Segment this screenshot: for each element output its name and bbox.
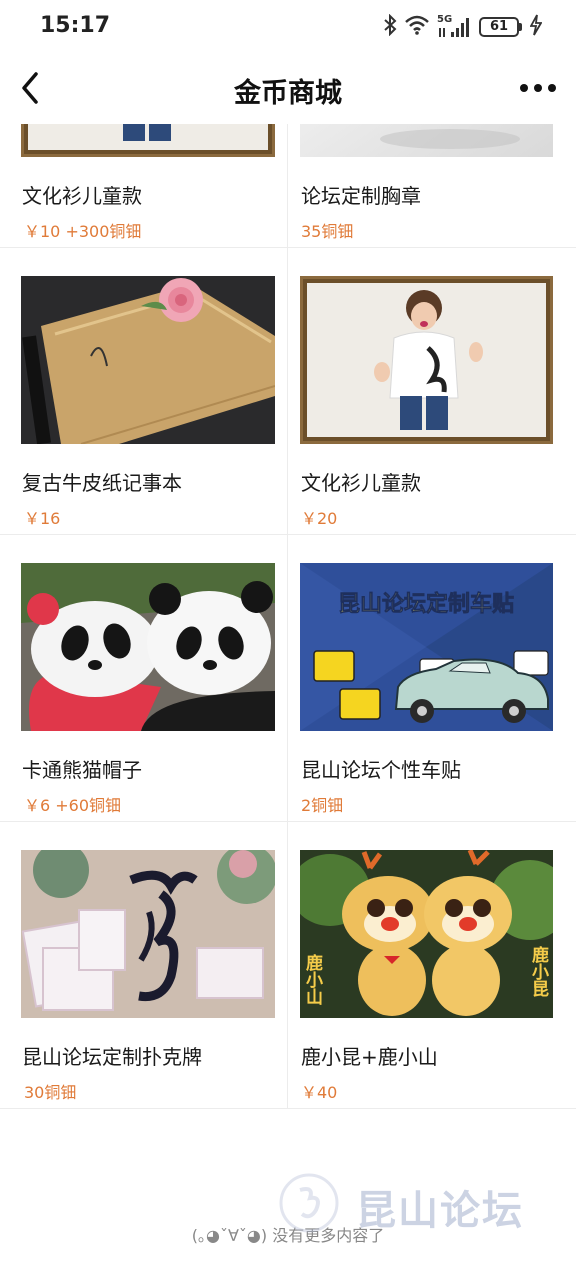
product-grid: 文化衫儿童款 ￥10 +300铜钿 论坛定制胸章 35铜钿 复古牛皮纸记事本 ￥… — [0, 124, 576, 1109]
battery-icon: 61 — [479, 17, 522, 37]
panda-caps-photo — [21, 563, 275, 731]
product-name: 昆山论坛定制扑克牌 — [22, 1045, 202, 1069]
product-card[interactable]: 卡通熊猫帽子 ￥6 +60铜钿 — [0, 535, 288, 822]
product-name: 昆山论坛个性车贴 — [301, 758, 461, 782]
product-price: 30铜钿 — [24, 1083, 77, 1102]
product-row: 复古牛皮纸记事本 ￥16 文化衫儿童款 ￥20 — [0, 248, 576, 535]
nav-bar: 金币商城 — [0, 52, 576, 124]
product-name: 鹿小昆+鹿小山 — [301, 1045, 438, 1069]
deer-plush-photo: 鹿小山 鹿小昆 — [300, 850, 553, 1018]
status-time: 15:17 — [40, 13, 111, 38]
product-name: 论坛定制胸章 — [301, 184, 421, 208]
signal-icon: 5G — [437, 14, 471, 38]
wifi-icon — [405, 15, 429, 39]
bluetooth-icon — [383, 13, 397, 40]
car-sticker-banner: 昆山论坛定制车贴 — [300, 563, 553, 731]
no-more-content-text: (｡◕ˇ∀ˇ◕) 没有更多内容了 — [191, 1226, 385, 1245]
status-bar: 15:17 5G 61 — [0, 0, 576, 52]
charging-icon — [529, 14, 543, 40]
product-price: 35铜钿 — [301, 222, 354, 241]
product-name: 卡通熊猫帽子 — [22, 758, 142, 782]
product-row: 卡通熊猫帽子 ￥6 +60铜钿 昆山论坛定制车贴 昆山论坛个性车贴 2铜钿 — [0, 535, 576, 822]
deer-label-right: 鹿小昆 — [528, 945, 549, 997]
product-name: 复古牛皮纸记事本 — [22, 471, 182, 495]
product-row: 文化衫儿童款 ￥10 +300铜钿 论坛定制胸章 35铜钿 — [0, 124, 576, 248]
page-title: 金币商城 — [234, 78, 342, 109]
product-name: 文化衫儿童款 — [301, 471, 421, 495]
product-card[interactable]: 昆山论坛定制车贴 昆山论坛个性车贴 2铜钿 — [288, 535, 576, 822]
product-row: 昆山论坛定制扑克牌 30铜钿 鹿小山 鹿小昆 鹿小昆+鹿小山 ￥40 — [0, 822, 576, 1109]
product-card[interactable]: 文化衫儿童款 ￥20 — [288, 248, 576, 535]
product-price: ￥16 — [24, 509, 61, 528]
child-tshirt-photo — [300, 276, 553, 444]
status-icons: 5G 61 — [383, 13, 543, 40]
product-card[interactable]: 鹿小山 鹿小昆 鹿小昆+鹿小山 ￥40 — [288, 822, 576, 1109]
product-card[interactable]: 文化衫儿童款 ￥10 +300铜钿 — [0, 124, 288, 248]
banner-text: 昆山论坛定制车贴 — [338, 591, 514, 617]
more-dots-icon[interactable] — [516, 74, 560, 102]
product-price: ￥40 — [301, 1083, 338, 1102]
battery-level: 61 — [479, 17, 519, 37]
product-card[interactable]: 复古牛皮纸记事本 ￥16 — [0, 248, 288, 535]
product-card[interactable]: 论坛定制胸章 35铜钿 — [288, 124, 576, 248]
notebook-photo — [21, 276, 275, 444]
product-price: 2铜钿 — [301, 796, 344, 815]
product-price: ￥20 — [301, 509, 338, 528]
child-tshirt-photo — [21, 124, 275, 157]
product-price: ￥10 +300铜钿 — [24, 222, 142, 241]
product-card[interactable]: 昆山论坛定制扑克牌 30铜钿 — [0, 822, 288, 1109]
deer-label-left: 鹿小山 — [302, 953, 323, 1006]
product-list[interactable]: 文化衫儿童款 ￥10 +300铜钿 论坛定制胸章 35铜钿 复古牛皮纸记事本 ￥… — [0, 124, 576, 1280]
product-name: 文化衫儿童款 — [22, 184, 142, 208]
badge-photo — [300, 124, 553, 157]
product-price: ￥6 +60铜钿 — [24, 796, 122, 815]
playing-cards-photo — [21, 850, 275, 1018]
